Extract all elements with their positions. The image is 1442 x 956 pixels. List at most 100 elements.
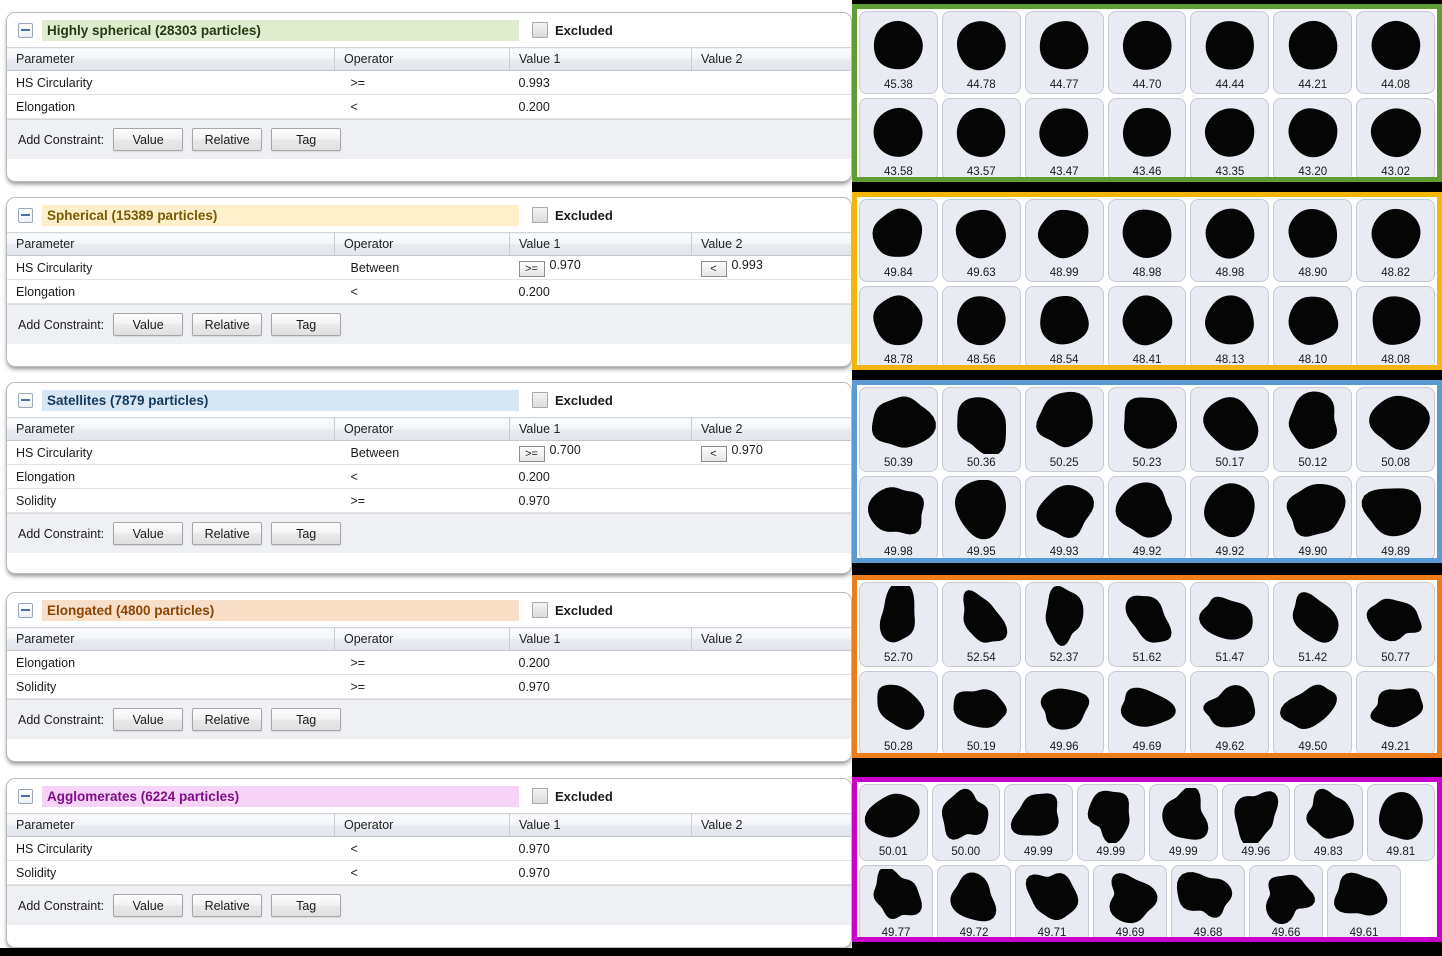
table-row[interactable]: HS Circularity >= 0.993 xyxy=(7,70,851,95)
table-row[interactable]: HS Circularity Between >= 0.700 <0.970 xyxy=(7,440,851,465)
particle-tile[interactable]: 49.21 xyxy=(1356,671,1436,753)
table-row[interactable]: Elongation <0.200 xyxy=(7,94,851,119)
particle-tile[interactable]: 49.50 xyxy=(1273,671,1353,753)
add-constraint-relative-button[interactable]: Relative xyxy=(192,708,263,731)
particle-tile[interactable]: 49.99 xyxy=(1004,784,1073,861)
collapse-minus-icon[interactable] xyxy=(18,788,33,804)
particle-tile[interactable]: 48.90 xyxy=(1273,199,1353,282)
particle-tile[interactable]: 49.81 xyxy=(1366,784,1435,861)
particle-tile[interactable]: 50.12 xyxy=(1273,387,1353,472)
column-header-value2[interactable]: Value 2 xyxy=(691,47,851,71)
add-constraint-tag-button[interactable]: Tag xyxy=(271,313,342,336)
value1-operator-button[interactable]: >= xyxy=(518,261,545,277)
column-header-value2[interactable]: Value 2 xyxy=(691,417,851,441)
column-header-value2[interactable]: Value 2 xyxy=(691,627,851,651)
column-header-operator[interactable]: Operator xyxy=(334,47,510,71)
column-header-value2[interactable]: Value 2 xyxy=(691,232,851,256)
particle-tile[interactable]: 51.47 xyxy=(1190,582,1270,667)
particle-tile[interactable]: 48.10 xyxy=(1273,286,1353,365)
column-header-value1[interactable]: Value 1 xyxy=(509,232,692,256)
particle-tile[interactable]: 48.54 xyxy=(1024,286,1104,365)
table-row[interactable]: Elongation <0.200 xyxy=(7,464,851,489)
particle-tile[interactable]: 50.28 xyxy=(859,671,938,753)
particle-tile[interactable]: 52.54 xyxy=(941,582,1021,667)
particle-tile[interactable]: 48.08 xyxy=(1356,286,1436,365)
add-constraint-relative-button[interactable]: Relative xyxy=(192,894,263,917)
particle-tile[interactable]: 49.90 xyxy=(1273,476,1353,558)
column-header-value1[interactable]: Value 1 xyxy=(509,417,692,441)
particle-tile[interactable]: 49.69 xyxy=(1107,671,1187,753)
particle-tile[interactable]: 43.35 xyxy=(1190,98,1270,177)
particle-tile[interactable]: 48.82 xyxy=(1356,199,1436,282)
particle-tile[interactable]: 49.72 xyxy=(937,865,1011,937)
particle-tile[interactable]: 50.17 xyxy=(1190,387,1270,472)
add-constraint-value-button[interactable]: Value xyxy=(113,708,184,731)
value1-operator-button[interactable]: >= xyxy=(518,446,545,462)
particle-tile[interactable]: 50.39 xyxy=(859,387,938,472)
table-row[interactable]: HS Circularity <0.970 xyxy=(7,836,851,861)
particle-tile[interactable]: 49.62 xyxy=(1190,671,1270,753)
particle-tile[interactable]: 49.96 xyxy=(1024,671,1104,753)
column-header-parameter[interactable]: Parameter xyxy=(7,232,335,256)
add-constraint-relative-button[interactable]: Relative xyxy=(192,522,263,545)
particle-tile[interactable]: 43.47 xyxy=(1024,98,1104,177)
particle-tile[interactable]: 48.99 xyxy=(1024,199,1104,282)
particle-tile[interactable]: 43.20 xyxy=(1273,98,1353,177)
particle-tile[interactable]: 51.62 xyxy=(1107,582,1187,667)
column-header-value1[interactable]: Value 1 xyxy=(509,627,692,651)
column-header-parameter[interactable]: Parameter xyxy=(7,47,335,71)
particle-tile[interactable]: 49.71 xyxy=(1015,865,1089,937)
value2-operator-button[interactable]: < xyxy=(700,261,727,277)
particle-tile[interactable]: 44.21 xyxy=(1273,11,1353,94)
particle-tile[interactable]: 50.23 xyxy=(1107,387,1187,472)
collapse-minus-icon[interactable] xyxy=(18,602,33,618)
table-row[interactable]: HS Circularity Between >= 0.970 <0.993 xyxy=(7,255,851,280)
particle-tile[interactable]: 50.77 xyxy=(1356,582,1436,667)
particle-tile[interactable]: 52.70 xyxy=(859,582,938,667)
column-header-value1[interactable]: Value 1 xyxy=(509,47,692,71)
excluded-checkbox-group[interactable]: Excluded xyxy=(532,788,613,804)
particle-tile[interactable]: 50.01 xyxy=(859,784,928,861)
excluded-checkbox[interactable] xyxy=(532,207,548,223)
excluded-checkbox-group[interactable]: Excluded xyxy=(532,22,613,38)
particle-tile[interactable]: 49.66 xyxy=(1249,865,1323,937)
add-constraint-relative-button[interactable]: Relative xyxy=(192,128,263,151)
add-constraint-tag-button[interactable]: Tag xyxy=(271,894,342,917)
particle-tile[interactable]: 43.46 xyxy=(1107,98,1187,177)
column-header-operator[interactable]: Operator xyxy=(334,813,510,837)
excluded-checkbox[interactable] xyxy=(532,788,548,804)
excluded-checkbox[interactable] xyxy=(532,392,548,408)
particle-tile[interactable]: 52.37 xyxy=(1024,582,1104,667)
excluded-checkbox[interactable] xyxy=(532,602,548,618)
add-constraint-tag-button[interactable]: Tag xyxy=(271,128,342,151)
particle-tile[interactable]: 45.38 xyxy=(859,11,938,94)
add-constraint-value-button[interactable]: Value xyxy=(113,894,184,917)
add-constraint-value-button[interactable]: Value xyxy=(113,313,184,336)
column-header-parameter[interactable]: Parameter xyxy=(7,417,335,441)
collapse-minus-icon[interactable] xyxy=(18,392,33,408)
particle-tile[interactable]: 50.08 xyxy=(1356,387,1436,472)
excluded-checkbox-group[interactable]: Excluded xyxy=(532,602,613,618)
particle-tile[interactable]: 49.68 xyxy=(1171,865,1245,937)
particle-tile[interactable]: 50.25 xyxy=(1024,387,1104,472)
particle-tile[interactable]: 49.92 xyxy=(1190,476,1270,558)
add-constraint-value-button[interactable]: Value xyxy=(113,128,184,151)
particle-tile[interactable]: 50.19 xyxy=(941,671,1021,753)
particle-tile[interactable]: 49.63 xyxy=(941,199,1021,282)
particle-tile[interactable]: 49.77 xyxy=(859,865,933,937)
particle-tile[interactable]: 49.92 xyxy=(1107,476,1187,558)
particle-tile[interactable]: 51.42 xyxy=(1273,582,1353,667)
excluded-checkbox-group[interactable]: Excluded xyxy=(532,207,613,223)
column-header-operator[interactable]: Operator xyxy=(334,232,510,256)
add-constraint-tag-button[interactable]: Tag xyxy=(271,708,342,731)
excluded-checkbox-group[interactable]: Excluded xyxy=(532,392,613,408)
particle-tile[interactable]: 48.98 xyxy=(1190,199,1270,282)
particle-tile[interactable]: 49.99 xyxy=(1149,784,1218,861)
column-header-operator[interactable]: Operator xyxy=(334,417,510,441)
particle-tile[interactable]: 49.69 xyxy=(1093,865,1167,937)
particle-tile[interactable]: 50.36 xyxy=(941,387,1021,472)
table-row[interactable]: Solidity <0.970 xyxy=(7,860,851,885)
add-constraint-value-button[interactable]: Value xyxy=(113,522,184,545)
particle-tile[interactable]: 49.99 xyxy=(1076,784,1145,861)
particle-tile[interactable]: 44.77 xyxy=(1024,11,1104,94)
